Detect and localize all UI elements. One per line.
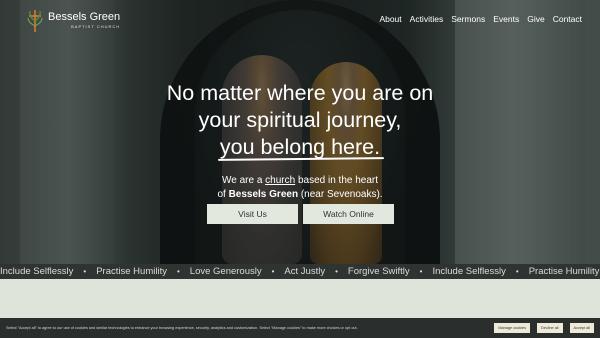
- nav-about[interactable]: About: [379, 14, 401, 24]
- church-link[interactable]: church: [265, 175, 295, 186]
- hero-sub-end: (near Sevenoaks).: [298, 189, 383, 200]
- ticker-item: Include Selflessly: [432, 266, 506, 277]
- nav-sermons[interactable]: Sermons: [451, 14, 485, 24]
- hero-sub-bold: Bessels Green: [228, 189, 299, 200]
- ticker-separator: •: [419, 267, 423, 276]
- logo-subtitle: BAPTIST CHURCH: [71, 24, 121, 29]
- ticker-separator: •: [515, 267, 519, 276]
- main-nav: About Activities Sermons Events Give Con…: [379, 14, 582, 24]
- decline-all-button[interactable]: Decline all: [537, 323, 563, 333]
- hero-subtext: We are a church based in the heart of Be…: [0, 174, 600, 202]
- ticker-item: Forgive Swiftly: [347, 266, 410, 277]
- hero-sub-prefix: We are a: [221, 175, 266, 186]
- ticker-separator: •: [335, 267, 338, 276]
- site-header: Bessels Green BAPTIST CHURCH About Activ…: [0, 0, 600, 40]
- site-logo[interactable]: Bessels Green BAPTIST CHURCH: [26, 7, 120, 33]
- ticker-item: Practise Humility: [96, 266, 167, 277]
- ticker-item: Practise Humility: [528, 266, 600, 277]
- values-ticker: Include Selflessly • Practise Humility •…: [0, 264, 600, 279]
- ticker-item: Love Generously: [189, 266, 262, 277]
- ticker-separator: •: [83, 267, 87, 276]
- page-section-blank: [0, 279, 600, 319]
- hero-headline-line-2: your spiritual journey,: [198, 108, 402, 132]
- cookie-banner: Select "Accept all" to agree to our use …: [0, 318, 600, 338]
- logo-tree-icon: [26, 7, 44, 33]
- nav-contact[interactable]: Contact: [553, 14, 582, 24]
- hero-headline-line-1: No matter where you are on: [166, 81, 434, 105]
- hero-headline: No matter where you are on your spiritua…: [0, 80, 600, 161]
- hero-sub-of: of: [217, 189, 229, 200]
- ticker-separator: •: [271, 267, 275, 276]
- accept-all-button[interactable]: Accept all: [569, 323, 594, 333]
- logo-title: Bessels Green: [48, 11, 121, 23]
- hero-buttons: Visit Us Watch Online: [207, 204, 394, 224]
- watch-online-button[interactable]: Watch Online: [303, 204, 394, 224]
- nav-activities[interactable]: Activities: [410, 14, 444, 24]
- cookie-text: Select "Accept all" to agree to our use …: [6, 326, 358, 330]
- manage-cookies-button[interactable]: Manage cookies: [494, 323, 530, 333]
- visit-us-button[interactable]: Visit Us: [207, 204, 298, 224]
- ticker-item: Include Selflessly: [0, 266, 74, 277]
- cookie-buttons: Manage cookies Decline all Accept all: [494, 323, 594, 333]
- ticker-item: Act Justly: [284, 266, 326, 277]
- hero-sub-after: based in the heart: [295, 175, 379, 186]
- nav-events[interactable]: Events: [493, 14, 519, 24]
- nav-give[interactable]: Give: [527, 14, 544, 24]
- ticker-separator: •: [176, 267, 180, 276]
- hero-headline-line-3: you belong here.: [219, 135, 381, 159]
